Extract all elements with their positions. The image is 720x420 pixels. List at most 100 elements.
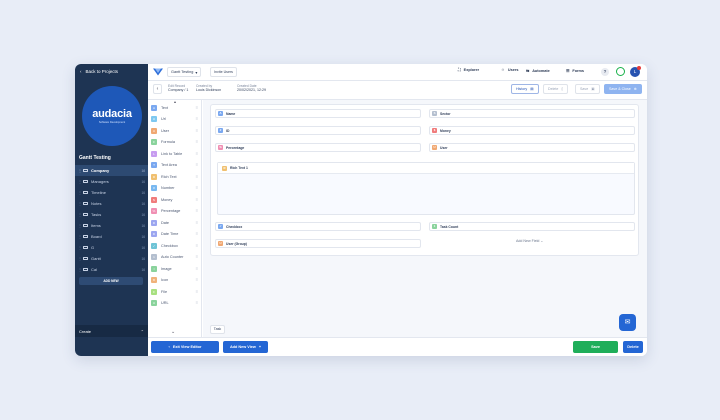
drag-handle-icon[interactable]: ⋮	[78, 223, 82, 228]
tab-users[interactable]: ☺ Users	[501, 68, 518, 72]
drag-handle-icon[interactable]: ⠿	[195, 209, 198, 213]
back-button[interactable]: ‹	[153, 84, 162, 94]
app-logo-icon[interactable]	[152, 67, 164, 77]
drag-handle-icon[interactable]: ⋮	[78, 179, 82, 184]
palette-item-url[interactable]: U Url ⠿	[148, 114, 201, 126]
palette-item-url[interactable]: U URL ⠿	[148, 298, 201, 310]
form-field-checkbox[interactable]: ✓ Checkbox	[215, 222, 421, 231]
drag-handle-icon[interactable]: ⠿	[195, 232, 198, 236]
exit-view-editor-button[interactable]: ‹ Exit View Editor	[151, 341, 219, 353]
drag-handle-icon[interactable]: ⋮	[78, 245, 82, 250]
save-close-button[interactable]: Save & Close ⊕	[604, 84, 642, 94]
table-icon	[83, 179, 88, 184]
drag-handle-icon[interactable]: ⠿	[195, 152, 198, 156]
back-to-projects-link[interactable]: ‹ Back to Projects	[80, 69, 118, 74]
field-type-icon: $	[151, 196, 157, 203]
drag-handle-icon[interactable]: ⋮	[78, 256, 82, 261]
create-menu[interactable]: Create ⌃	[75, 325, 148, 337]
drag-handle-icon[interactable]: ⠿	[195, 290, 198, 294]
add-new-field-button[interactable]: Add New Field ⌄	[516, 239, 543, 243]
drag-handle-icon[interactable]: ⋮	[78, 201, 82, 206]
palette-item-date[interactable]: D Date ⠿	[148, 217, 201, 229]
drag-handle-icon[interactable]: ⠿	[195, 106, 198, 110]
sidebar-item-managers[interactable]: ⋮ Managers 16	[75, 176, 148, 187]
drag-handle-icon[interactable]: ⋮	[78, 212, 82, 217]
drag-handle-icon[interactable]: ⠿	[195, 117, 198, 121]
form-field-rich-text[interactable]: R Rich Text 1	[217, 162, 635, 215]
palette-item-link-to-table[interactable]: L Link to Table ⠿	[148, 148, 201, 160]
drag-handle-icon[interactable]: ⠿	[195, 186, 198, 190]
status-ring-icon[interactable]	[616, 67, 625, 76]
add-new-table-button[interactable]: ADD NEW	[79, 277, 143, 285]
palette-item-rich-text[interactable]: R Rich Text ⠿	[148, 171, 201, 183]
drag-handle-icon[interactable]: ⠿	[195, 198, 198, 202]
form-field-user[interactable]: U User	[429, 143, 635, 152]
drag-handle-icon[interactable]: ⠿	[195, 255, 198, 259]
drag-handle-icon[interactable]: ⋮	[78, 190, 82, 195]
tab-automate[interactable]: ⇆ Automate	[526, 68, 550, 74]
drag-handle-icon[interactable]: ⠿	[195, 221, 198, 225]
palette-item-user[interactable]: U User ⠿	[148, 125, 201, 137]
form-field-money[interactable]: $ Money	[429, 126, 635, 135]
help-icon[interactable]: ?	[601, 68, 609, 76]
history-button[interactable]: History ▤	[511, 84, 539, 94]
palette-item-auto-counter[interactable]: 1 Auto Counter ⠿	[148, 252, 201, 264]
palette-item-money[interactable]: $ Money ⠿	[148, 194, 201, 206]
sidebar-item-notes[interactable]: ⋮ Notes 16	[75, 198, 148, 209]
sidebar-item-gantt[interactable]: ⋮ Gantt 16	[75, 253, 148, 264]
drag-handle-icon[interactable]: ⠿	[195, 267, 198, 271]
drag-handle-icon[interactable]: ⠿	[195, 129, 198, 133]
palette-item-file[interactable]: F File ⠿	[148, 286, 201, 298]
save-record-button[interactable]: Save ▣	[575, 84, 600, 94]
project-select[interactable]: Gantt Testing ▾	[167, 67, 202, 77]
sidebar-item-timeline[interactable]: ⋮ Timeline 16	[75, 187, 148, 198]
field-type-icon: F	[151, 288, 157, 295]
drag-handle-icon[interactable]: ⠿	[195, 175, 198, 179]
tab-task[interactable]: Task	[210, 325, 225, 334]
drag-handle-icon[interactable]: ⠿	[195, 278, 198, 282]
drag-handle-icon[interactable]: ⠿	[195, 140, 198, 144]
palette-item-number[interactable]: # Number ⠿	[148, 183, 201, 195]
drag-handle-icon[interactable]: ⠿	[195, 301, 198, 305]
tab-explorer[interactable]: ⛶ Explorer	[458, 68, 479, 72]
add-new-view-button[interactable]: Add New View +	[223, 341, 268, 353]
save-button[interactable]: Save	[573, 341, 618, 353]
field-label: Name	[226, 111, 236, 116]
form-field-user-group[interactable]: U User (Group)	[215, 239, 421, 248]
sidebar-item-count: 16	[141, 223, 145, 228]
sidebar-item-items[interactable]: ⋮ Items 16	[75, 220, 148, 231]
delete-button[interactable]: Delete	[623, 341, 643, 353]
sidebar-item-board[interactable]: ⋮ Board 16	[75, 231, 148, 242]
form-field-task-count[interactable]: 1 Task Count	[429, 222, 635, 231]
palette-item-icon[interactable]: ★ Icon ⠿	[148, 275, 201, 287]
sidebar-item-g[interactable]: ⋮ G 16	[75, 242, 148, 253]
form-field-id[interactable]: # ID	[215, 126, 421, 135]
form-field-sector[interactable]: S Sector	[429, 109, 635, 118]
palette-item-image[interactable]: I Image ⠿	[148, 263, 201, 275]
form-field-percentage[interactable]: % Percentage	[215, 143, 421, 152]
drag-handle-icon[interactable]: ⋮	[78, 234, 82, 239]
sidebar-item-company[interactable]: ⋮ Company 16	[75, 165, 148, 176]
field-label: Percentage	[226, 145, 245, 150]
palette-item-checkbox[interactable]: ✓ Checkbox ⠿	[148, 240, 201, 252]
invite-users-button[interactable]: Invite Users	[210, 67, 237, 77]
palette-item-date-time[interactable]: D Date Time ⠿	[148, 229, 201, 241]
drag-handle-icon[interactable]: ⋮	[78, 267, 82, 272]
palette-item-percentage[interactable]: % Percentage ⠿	[148, 206, 201, 218]
palette-scroll-down-icon[interactable]: ⌄	[171, 329, 175, 335]
chat-icon[interactable]: ✉	[619, 314, 636, 331]
drag-handle-icon[interactable]: ⠿	[195, 163, 198, 167]
caret-up-icon[interactable]: ▴	[174, 99, 176, 104]
table-icon	[83, 223, 88, 228]
palette-item-formula[interactable]: F Formula ⠿	[148, 137, 201, 149]
sidebar-item-cal[interactable]: ⋮ Cal 16	[75, 264, 148, 275]
tab-forms[interactable]: ☰ Forms	[566, 68, 584, 74]
form-field-name[interactable]: A Name	[215, 109, 421, 118]
palette-item-text-area[interactable]: T Text Area ⠿	[148, 160, 201, 172]
sidebar-item-tasks[interactable]: ⋮ Tasks 16	[75, 209, 148, 220]
drag-handle-icon[interactable]: ⠿	[195, 244, 198, 248]
drag-handle-icon[interactable]: ⋮	[78, 168, 82, 173]
delete-record-button[interactable]: Delete ▯	[543, 84, 569, 94]
users-icon: ☺	[501, 68, 505, 72]
automate-icon: ⇆	[526, 69, 530, 73]
